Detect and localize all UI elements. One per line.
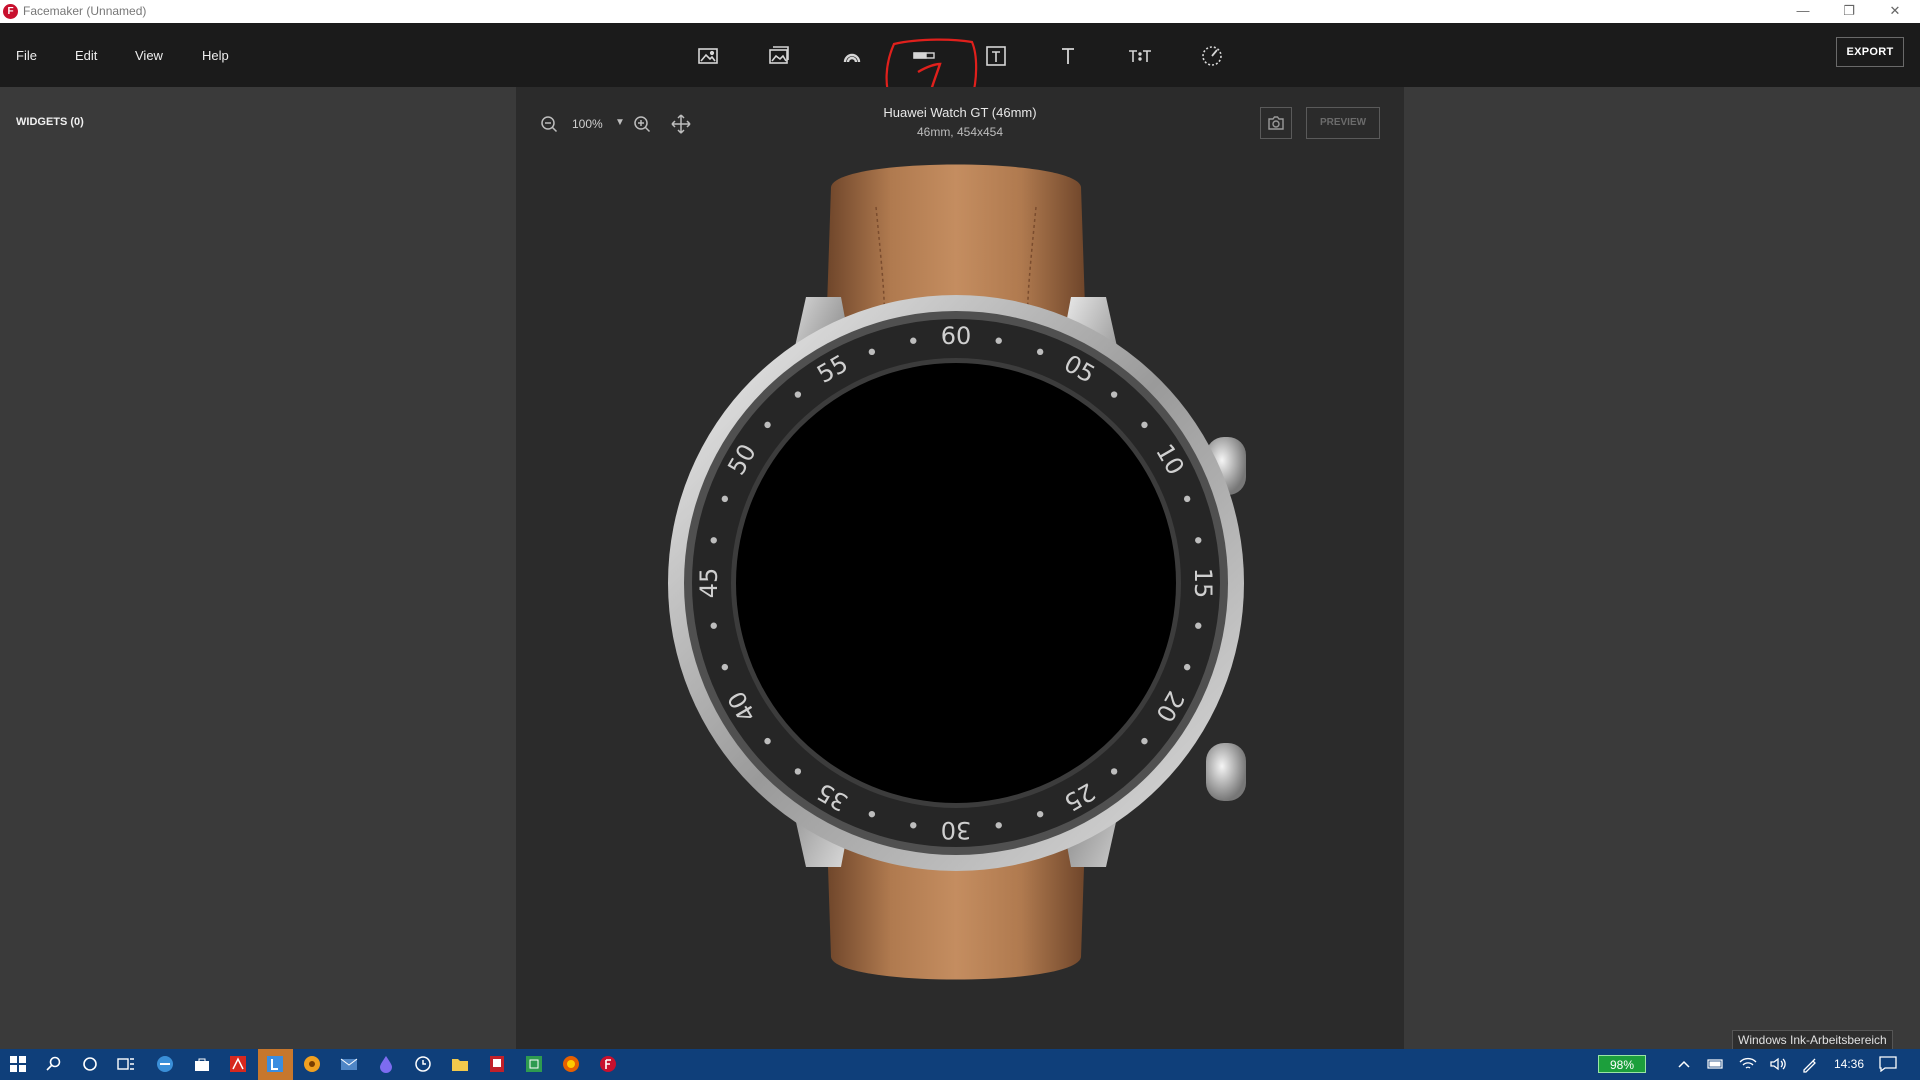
orange-app-icon[interactable]: [302, 1054, 322, 1074]
mail-icon[interactable]: [339, 1054, 359, 1074]
bezel-dot: [1183, 495, 1191, 503]
bezel-dot: [1183, 663, 1191, 671]
properties-panel: [1404, 87, 1920, 1049]
bezel-dot: [710, 537, 717, 544]
text-icon[interactable]: [1052, 40, 1084, 72]
design-canvas[interactable]: 100% ▼ Huawei Watch GT (46mm) 46mm, 454x…: [516, 87, 1404, 1049]
formatted-text-icon[interactable]: [1124, 40, 1156, 72]
notification-center-icon[interactable]: [1878, 1054, 1898, 1074]
bezel-number: 60: [941, 322, 972, 350]
bezel-dot: [995, 822, 1002, 829]
bezel-dot: [1110, 768, 1118, 775]
bezel-number: 15: [1189, 568, 1217, 599]
windows-taskbar: 98% 14:36: [0, 1049, 1920, 1080]
bezel-dot: [1195, 622, 1202, 629]
wifi-icon[interactable]: [1738, 1054, 1758, 1074]
export-button[interactable]: EXPORT: [1836, 37, 1904, 67]
widgets-count-label: WIDGETS (0): [16, 116, 84, 128]
bezel-dot: [910, 337, 917, 344]
drop-app-icon[interactable]: [376, 1054, 396, 1074]
taskbar-clock[interactable]: 14:36: [1834, 1057, 1864, 1071]
image-gallery-icon[interactable]: [763, 40, 795, 72]
l-app-icon[interactable]: [265, 1054, 285, 1074]
bezel-dot: [721, 495, 729, 503]
facemaker-app-icon: F: [3, 4, 18, 19]
bezel-dot: [868, 810, 876, 818]
camera-icon: [1268, 116, 1284, 130]
bezel-dot: [1110, 391, 1118, 398]
gauge-icon[interactable]: [1196, 40, 1228, 72]
battery-indicator[interactable]: 98%: [1598, 1055, 1646, 1073]
screenshot-button[interactable]: [1260, 107, 1292, 139]
menu-file[interactable]: File: [16, 48, 37, 63]
menu-view[interactable]: View: [135, 48, 163, 63]
battery-icon[interactable]: [1706, 1054, 1726, 1074]
watch-preview: 600510152025303540455055: [668, 164, 1246, 980]
restore-button[interactable]: ❐: [1826, 0, 1872, 23]
bezel-dot: [794, 391, 802, 398]
cortana-icon[interactable]: [80, 1054, 100, 1074]
windows-start-icon[interactable]: [8, 1054, 28, 1074]
firefox-icon[interactable]: [561, 1054, 581, 1074]
preview-button[interactable]: PREVIEW: [1306, 107, 1380, 139]
chevron-up-icon[interactable]: [1674, 1054, 1694, 1074]
main-toolbar: File Edit View Help EXPORT: [0, 23, 1920, 87]
window-title: Facemaker (Unnamed): [23, 4, 147, 18]
volume-icon[interactable]: [1768, 1054, 1788, 1074]
shape-icon[interactable]: [836, 40, 868, 72]
bezel-dot: [1141, 737, 1148, 745]
ink-workspace-tooltip: Windows Ink-Arbeitsbereich: [1732, 1030, 1893, 1050]
bezel-dot: [764, 421, 771, 429]
menu-help[interactable]: Help: [202, 48, 229, 63]
acrobat-icon[interactable]: [228, 1054, 248, 1074]
facemaker-taskbar-icon[interactable]: [598, 1054, 618, 1074]
bezel-dot: [794, 768, 802, 775]
title-bar: F Facemaker (Unnamed) — ❐ ✕: [0, 0, 1920, 23]
task-view-icon[interactable]: [116, 1054, 136, 1074]
image-icon[interactable]: [692, 40, 724, 72]
bezel-number: 45: [695, 568, 723, 599]
text-box-icon[interactable]: [980, 40, 1012, 72]
store-icon[interactable]: [192, 1054, 212, 1074]
edge-browser-icon[interactable]: [155, 1054, 175, 1074]
bezel-dot: [868, 348, 876, 356]
search-icon[interactable]: [44, 1054, 64, 1074]
bezel-dot: [1195, 537, 1202, 544]
bezel-dot: [1141, 421, 1148, 429]
clock-app-icon[interactable]: [413, 1054, 433, 1074]
bezel-dot: [764, 737, 771, 745]
bezel-number: 30: [941, 816, 972, 844]
bezel-dot: [710, 622, 717, 629]
green-app-icon[interactable]: [524, 1054, 544, 1074]
minimize-button[interactable]: —: [1780, 0, 1826, 23]
widgets-panel: WIDGETS (0): [0, 87, 516, 1049]
progress-bar-icon[interactable]: [908, 40, 940, 72]
bezel-dot: [1036, 810, 1044, 818]
windows-ink-icon[interactable]: [1800, 1054, 1820, 1074]
bezel-dot: [721, 663, 729, 671]
menu-edit[interactable]: Edit: [75, 48, 97, 63]
bezel-dot: [995, 337, 1002, 344]
bezel-dot: [910, 822, 917, 829]
red-app-icon[interactable]: [487, 1054, 507, 1074]
close-button[interactable]: ✕: [1872, 0, 1918, 23]
file-explorer-icon[interactable]: [450, 1054, 470, 1074]
bezel-dot: [1036, 348, 1044, 356]
